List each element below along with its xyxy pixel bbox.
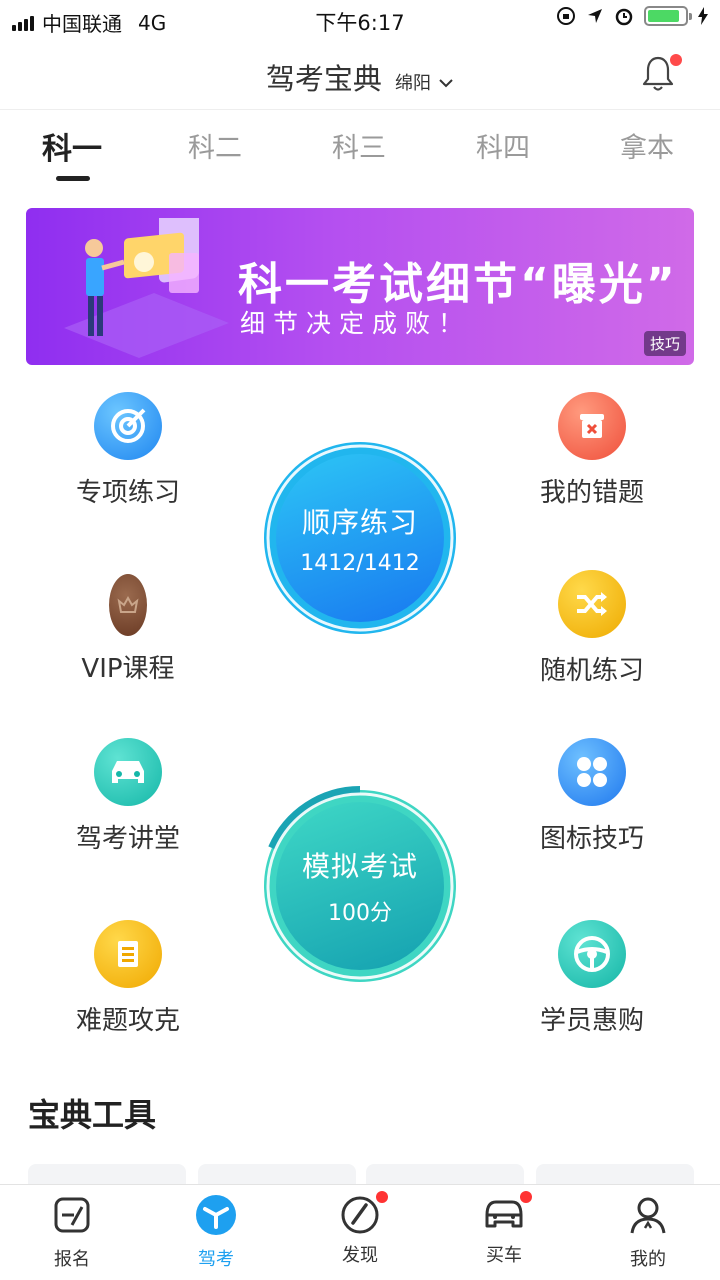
nav-discover-label: 发现 [342, 1245, 378, 1266]
active-tab-indicator [56, 176, 90, 181]
my-mistakes-label: 我的错题 [539, 478, 644, 508]
banner-illustration [64, 218, 229, 358]
nav-drive-exam[interactable]: 驾考 [166, 1193, 266, 1271]
sequential-practice-progress: 1412/1412 [300, 550, 420, 576]
student-deals-button[interactable]: 学员惠购 [512, 920, 672, 1037]
profile-icon [630, 1197, 666, 1234]
shuffle-icon [558, 570, 626, 638]
buy-car-icon [485, 1200, 523, 1228]
app-header: 驾考宝典 绵阳 [0, 40, 720, 110]
nav-buy-car-label: 买车 [486, 1245, 522, 1266]
tool-card[interactable] [28, 1164, 186, 1184]
tool-card[interactable] [366, 1164, 524, 1184]
sequential-practice-face: 顺序练习 1412/1412 [276, 454, 444, 622]
signup-icon [54, 1197, 90, 1233]
promo-banner[interactable]: 科一考试细节“曝光” 细节决定成败！ 技巧 [26, 208, 694, 365]
mock-exam-face: 模拟考试 100分 [276, 802, 444, 970]
mock-exam-title: 模拟考试 [301, 850, 418, 883]
tools-section-title: 宝典工具 [28, 1096, 157, 1134]
compass-icon-wrap [338, 1191, 388, 1237]
sign-tips-button[interactable]: 图标技巧 [512, 738, 672, 855]
random-practice-label: 随机练习 [539, 656, 644, 686]
special-practice-label: 专项练习 [75, 478, 180, 508]
orientation-lock-icon [557, 7, 575, 25]
status-bar: 中国联通 4G 下午6:17 [0, 0, 720, 38]
vip-course-button[interactable]: VIP课程 [48, 574, 208, 685]
status-right [556, 6, 708, 26]
target-icon [94, 392, 162, 460]
my-mistakes-button[interactable]: 我的错题 [512, 392, 672, 509]
hard-questions-button[interactable]: 难题攻克 [48, 920, 208, 1037]
nav-signup-label: 报名 [54, 1249, 90, 1270]
tool-card[interactable] [536, 1164, 694, 1184]
app-title: 驾考宝典 [265, 62, 382, 96]
tab-get-license[interactable]: 拿本 [597, 126, 697, 165]
driving-lecture-button[interactable]: 驾考讲堂 [48, 738, 208, 855]
nav-signup[interactable]: 报名 [22, 1193, 122, 1271]
student-deals-label: 学员惠购 [539, 1006, 644, 1036]
discover-badge [376, 1191, 388, 1203]
car-icon [94, 738, 162, 806]
alarm-icon [615, 8, 633, 26]
hard-questions-label: 难题攻克 [75, 1006, 180, 1036]
random-practice-button[interactable]: 随机练习 [512, 570, 672, 687]
tab-subject-4[interactable]: 科四 [453, 126, 553, 165]
location-arrow-icon [588, 9, 602, 23]
scroll-icon [94, 920, 162, 988]
special-practice-button[interactable]: 专项练习 [48, 392, 208, 509]
nav-profile[interactable]: 我的 [598, 1193, 698, 1271]
mock-exam-score: 100分 [328, 901, 392, 926]
charging-bolt-icon [698, 7, 708, 25]
bottom-nav: 报名 驾考 发现 买车 我的 [0, 1184, 720, 1280]
steering-wheel-icon [558, 920, 626, 988]
city-selector[interactable]: 驾考宝典 绵阳 [0, 56, 720, 98]
nav-discover[interactable]: 发现 [310, 1191, 410, 1267]
chevron-down-icon [439, 79, 453, 88]
four-dots-icon [558, 738, 626, 806]
battery-icon [644, 6, 692, 26]
subject-tabs: 科一 科二 科三 科四 拿本 [0, 112, 720, 184]
nav-drive-exam-label: 驾考 [198, 1249, 234, 1270]
compass-icon [341, 1196, 379, 1234]
vip-course-label: VIP课程 [81, 654, 175, 684]
vip-crown-icon [109, 574, 147, 636]
banner-title: 科一考试细节“曝光” [238, 259, 678, 310]
tab-subject-1[interactable]: 科一 [22, 124, 122, 168]
banner-subtitle: 细节决定成败！ [240, 309, 472, 338]
driving-lecture-label: 驾考讲堂 [75, 824, 180, 854]
buy-car-badge [520, 1191, 532, 1203]
tab-subject-3[interactable]: 科三 [309, 126, 409, 165]
drive-exam-icon [196, 1195, 236, 1235]
mock-exam-button[interactable]: 模拟考试 100分 [260, 786, 460, 986]
notification-badge [670, 54, 682, 66]
banner-tag: 技巧 [643, 331, 686, 356]
mistake-box-icon [558, 392, 626, 460]
sign-tips-label: 图标技巧 [539, 824, 644, 854]
city-label: 绵阳 [395, 73, 431, 94]
sequential-practice-title: 顺序练习 [301, 505, 418, 539]
nav-profile-label: 我的 [630, 1249, 666, 1270]
buy-car-icon-wrap [482, 1191, 532, 1237]
tab-subject-2[interactable]: 科二 [165, 126, 265, 165]
sequential-practice-button[interactable]: 顺序练习 1412/1412 [260, 438, 460, 638]
nav-buy-car[interactable]: 买车 [454, 1191, 554, 1267]
tool-card[interactable] [198, 1164, 356, 1184]
